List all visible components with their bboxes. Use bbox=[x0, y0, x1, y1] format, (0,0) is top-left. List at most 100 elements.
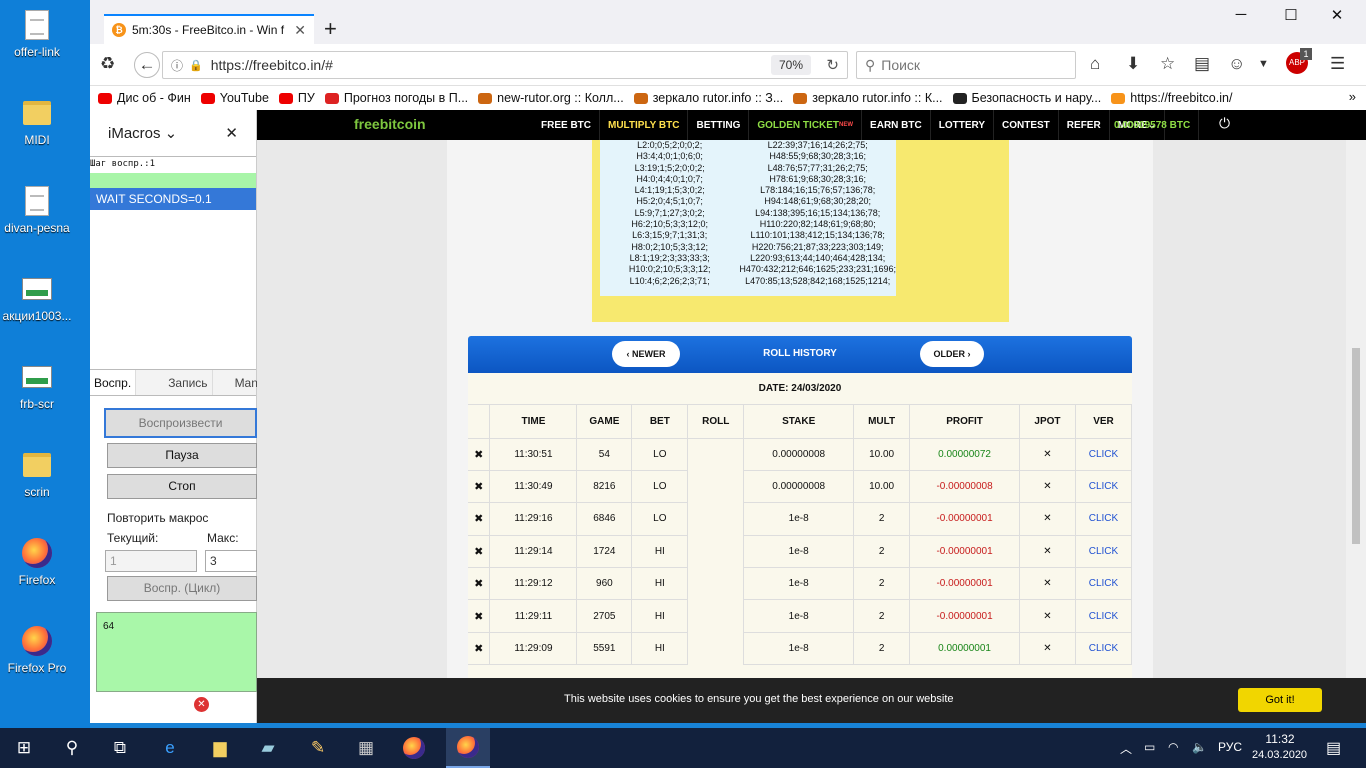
menu-item[interactable]: CONTEST bbox=[994, 110, 1059, 140]
bookmark-label: new-rutor.org :: Колл... bbox=[497, 91, 624, 105]
bookmarks-overflow-icon[interactable]: » bbox=[1349, 89, 1356, 104]
firefox-taskbar-icon[interactable] bbox=[400, 736, 428, 760]
battery-icon[interactable]: ▭ bbox=[1144, 740, 1155, 754]
bookmark-item[interactable]: https://freebitco.in/ bbox=[1111, 91, 1232, 105]
bookmark-item[interactable]: new-rutor.org :: Колл... bbox=[478, 91, 624, 105]
bookmark-item[interactable]: YouTube bbox=[200, 91, 269, 105]
notepad-icon[interactable]: ▰ bbox=[254, 736, 282, 760]
desktop-icon[interactable]: Firefox bbox=[0, 536, 74, 587]
download-icon[interactable]: ⬇ bbox=[1126, 54, 1140, 74]
task-view-icon[interactable]: ⧉ bbox=[106, 736, 134, 760]
menu-item[interactable]: EARN BTC bbox=[862, 110, 931, 140]
stop-button[interactable]: Стоп bbox=[107, 474, 257, 499]
desktop-icon[interactable]: frb-scr bbox=[0, 360, 74, 411]
bookmark-item[interactable]: Безопасность и нару... bbox=[952, 91, 1101, 105]
scrollbar-thumb[interactable] bbox=[1352, 348, 1360, 544]
clock-date[interactable]: 24.03.2020 bbox=[1252, 749, 1307, 761]
expand-icon[interactable]: ✖ bbox=[468, 632, 491, 666]
explorer-icon[interactable]: ▆ bbox=[206, 736, 234, 760]
menu-item[interactable]: LOTTERY bbox=[931, 110, 995, 140]
home-icon[interactable]: ⌂ bbox=[1090, 54, 1100, 74]
bookmark-item[interactable]: Дис об - Фин bbox=[98, 91, 191, 105]
verify-link[interactable]: CLICK bbox=[1075, 632, 1133, 666]
bookmark-star-icon[interactable]: ☆ bbox=[1160, 54, 1175, 74]
verify-link[interactable]: CLICK bbox=[1075, 470, 1133, 504]
current-command[interactable]: WAIT SECONDS=0.1 bbox=[90, 188, 256, 210]
desktop-icon[interactable]: MIDI bbox=[0, 96, 74, 147]
tab-record[interactable]: Запись bbox=[136, 370, 213, 395]
menu-icon[interactable]: ☰ bbox=[1330, 54, 1345, 74]
older-button[interactable]: OLDER › bbox=[920, 341, 984, 367]
desktop-icon[interactable]: акции1003... bbox=[0, 272, 74, 323]
expand-icon[interactable]: ✖ bbox=[468, 502, 491, 536]
pause-button[interactable]: Пауза bbox=[107, 443, 257, 468]
menu-item[interactable]: MULTIPLY BTC bbox=[600, 110, 689, 140]
chevron-down-icon[interactable]: ▼ bbox=[1258, 54, 1269, 74]
back-button[interactable]: ← bbox=[134, 52, 160, 78]
clock-time[interactable]: 11:32 bbox=[1264, 732, 1296, 746]
reload-icon[interactable]: ↻ bbox=[826, 56, 839, 74]
verify-link[interactable]: CLICK bbox=[1075, 567, 1133, 601]
verify-link[interactable]: CLICK bbox=[1075, 535, 1133, 569]
desktop-icon[interactable]: divan-pesna bbox=[0, 184, 74, 235]
bookmark-item[interactable]: ПУ bbox=[278, 91, 315, 105]
minimize-button[interactable]: ─ bbox=[1218, 6, 1264, 23]
close-tab-icon[interactable]: ✕ bbox=[294, 22, 306, 39]
volume-icon[interactable]: 🔈 bbox=[1192, 740, 1207, 754]
language-indicator[interactable]: РУС bbox=[1218, 740, 1242, 754]
search-icon[interactable]: ⚲ bbox=[58, 736, 86, 760]
menu-item[interactable]: FREE BTC bbox=[533, 110, 600, 140]
firefox-active-icon[interactable] bbox=[446, 728, 490, 768]
info-icon[interactable]: ⓘ bbox=[171, 57, 183, 74]
bookmark-item[interactable]: зеркало rutor.info :: К... bbox=[793, 91, 943, 105]
desktop-icon[interactable]: offer-link bbox=[0, 8, 74, 59]
bookmark-item[interactable]: зеркало rutor.info :: З... bbox=[633, 91, 783, 105]
stop-icon[interactable]: ✕ bbox=[194, 697, 209, 712]
page-scrollbar[interactable] bbox=[1346, 140, 1366, 678]
verify-link[interactable]: CLICK bbox=[1075, 599, 1133, 633]
imacros-title[interactable]: iMacros ⌄ bbox=[108, 124, 177, 142]
notifications-icon[interactable]: ▤ bbox=[1326, 738, 1341, 758]
bookmark-favicon-icon bbox=[98, 92, 112, 104]
expand-icon[interactable]: ✖ bbox=[468, 438, 491, 471]
edge-icon[interactable]: e bbox=[156, 736, 184, 760]
tab-play[interactable]: Воспр. bbox=[90, 370, 137, 395]
verify-link[interactable]: CLICK bbox=[1075, 502, 1133, 536]
expand-icon[interactable]: ✖ bbox=[468, 535, 491, 569]
paint-icon[interactable]: ✎ bbox=[304, 736, 332, 760]
zoom-indicator[interactable]: 70% bbox=[770, 55, 811, 75]
desktop-icon[interactable]: Firefox Pro bbox=[0, 624, 74, 675]
time-cell: 11:29:14 bbox=[489, 535, 578, 569]
column-header: JPOT bbox=[1019, 405, 1076, 439]
new-tab-button[interactable]: + bbox=[324, 18, 337, 40]
expand-icon[interactable]: ✖ bbox=[468, 567, 491, 601]
expand-icon[interactable]: ✖ bbox=[468, 470, 491, 504]
desktop-icon[interactable]: scrin bbox=[0, 448, 74, 499]
verify-link[interactable]: CLICK bbox=[1075, 438, 1133, 471]
menu-item[interactable]: GOLDEN TICKET NEW bbox=[749, 110, 863, 140]
imacros-icon[interactable]: ♻ bbox=[100, 54, 115, 74]
bookmark-item[interactable]: Прогноз погоды в П... bbox=[324, 91, 468, 105]
close-window-button[interactable]: ✕ bbox=[1314, 6, 1360, 24]
play-button[interactable]: Воспроизвести bbox=[104, 408, 257, 438]
tray-chevron-icon[interactable]: ︿ bbox=[1120, 740, 1132, 757]
bet-cell: HI bbox=[631, 599, 689, 633]
menu-item[interactable]: REFER bbox=[1059, 110, 1110, 140]
library-icon[interactable]: ▤ bbox=[1194, 54, 1210, 74]
power-icon[interactable]: ⏻ bbox=[1219, 115, 1230, 132]
windows-start-icon[interactable]: ⊞ bbox=[10, 736, 38, 760]
network-icon[interactable]: ◠ bbox=[1168, 740, 1178, 754]
loop-button[interactable]: Воспр. (Цикл) bbox=[107, 576, 257, 601]
maximize-button[interactable]: ☐ bbox=[1268, 6, 1314, 24]
cookie-accept-button[interactable]: Got it! bbox=[1238, 688, 1322, 712]
url-bar[interactable]: ⓘ 🔒 https://freebitco.in/# 70% ↻ bbox=[162, 51, 848, 79]
max-field[interactable]: 3 bbox=[205, 550, 257, 572]
expand-icon[interactable]: ✖ bbox=[468, 599, 491, 633]
browser-tab[interactable]: ₿ 5m:30s - FreeBitco.in - Win f ✕ bbox=[104, 14, 314, 44]
calculator-icon[interactable]: ▦ bbox=[352, 736, 380, 760]
search-input[interactable]: ⚲ Поиск bbox=[856, 51, 1076, 79]
site-logo[interactable]: freebitcoin bbox=[354, 116, 426, 132]
extension-icon[interactable]: ☺ bbox=[1228, 54, 1245, 74]
menu-item[interactable]: BETTING bbox=[688, 110, 750, 140]
close-icon[interactable]: ✕ bbox=[225, 124, 238, 142]
